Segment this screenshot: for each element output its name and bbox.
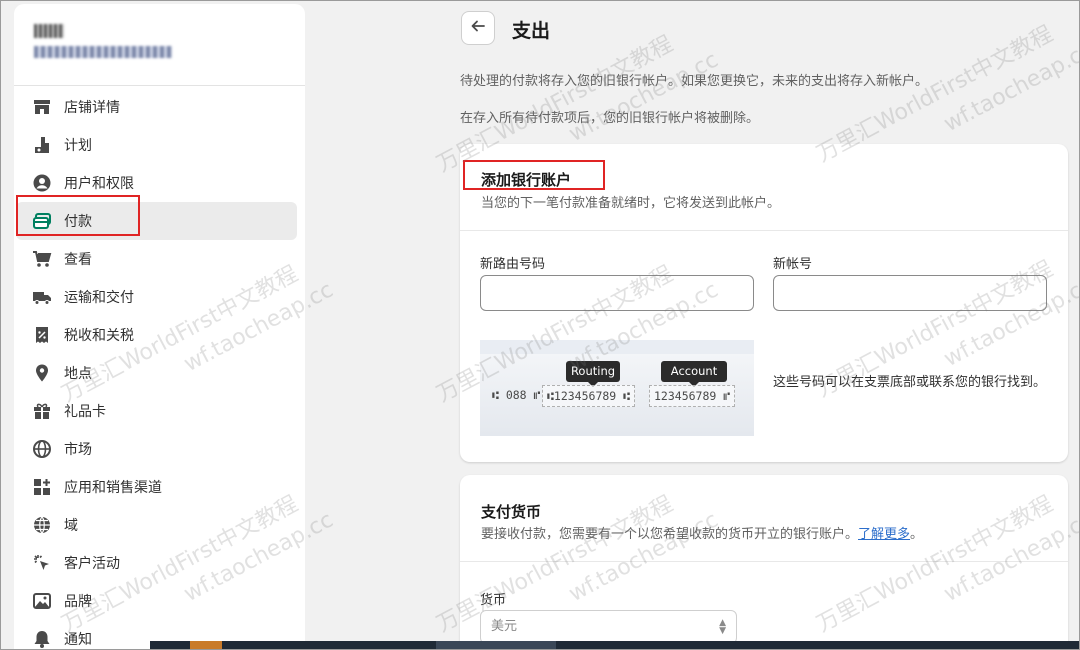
card-title: 添加银行账户 [481,171,572,189]
user-icon [32,173,52,193]
intro-text-1: 待处理的付款将存入您的旧银行帐户。如果您更换它，未来的支出将存入新帐户。 [460,74,929,89]
sidebar-item-label: 通知 [64,632,92,648]
card-title: 支付货币 [481,503,542,521]
truck-icon [32,287,52,307]
sidebar-item-markets[interactable]: 市场 [14,430,305,468]
store-url-blurred [34,46,172,58]
sidebar-item-label: 应用和销售渠道 [64,480,162,496]
taskbar-app-icon[interactable] [190,641,222,650]
sidebar-item-brand[interactable]: 品牌 [14,582,305,620]
check-micr-routing: ⑆123456789 ⑆ [542,385,636,407]
currency-subtitle-text: 要接收付款，您需要有一个以您希望收款的货币开立的银行账户。 [481,527,859,542]
check-micr-account: 123456789 ⑈ [649,385,736,407]
apps-icon [32,477,52,497]
sidebar-item-label: 店铺详情 [64,100,120,116]
intro-text-2: 在存入所有待付款项后，您的旧银行帐户将被删除。 [460,111,760,126]
card-subtitle: 要接收付款，您需要有一个以您希望收款的货币开立的银行账户。了解更多。 [481,523,923,542]
sidebar-item-shipping[interactable]: 运输和交付 [14,278,305,316]
sidebar-item-label: 礼品卡 [64,404,106,420]
store-header[interactable] [14,4,305,86]
check-help-text: 这些号码可以在支票底部或联系您的银行找到。 [773,375,1047,390]
sidebar-item-checkout[interactable]: 查看 [14,240,305,278]
routing-number-input[interactable] [480,275,754,311]
sidebar-item-label: 查看 [64,252,92,268]
domain-icon [32,515,52,535]
currency-subtitle-end: 。 [910,527,924,542]
settings-sidebar: 店铺详情 计划 用户和权限 付款 查看 运输和交付 税收和关税 地点 礼品卡 市… [14,4,305,650]
sidebar-item-label: 税收和关税 [64,328,134,344]
activity-icon [32,553,52,573]
settings-nav: 店铺详情 计划 用户和权限 付款 查看 运输和交付 税收和关税 地点 礼品卡 市… [14,88,305,650]
sidebar-item-label: 品牌 [64,594,92,610]
store-icon [32,97,52,117]
sidebar-item-payments[interactable]: 付款 [16,202,297,240]
learn-more-link[interactable]: 了解更多 [858,527,910,542]
page-title: 支出 [512,20,551,42]
bell-icon [32,629,52,649]
currency-select-value: 美元 [491,619,518,634]
currency-label: 货币 [480,593,507,608]
add-bank-account-card: 添加银行账户 当您的下一笔付款准备就绪时，它将发送到此帐户。 新路由号码 新帐号… [460,144,1068,462]
sidebar-item-locations[interactable]: 地点 [14,354,305,392]
routing-tag: Routing [566,361,620,387]
account-tag: Account [661,361,727,387]
sidebar-item-apps[interactable]: 应用和销售渠道 [14,468,305,506]
sidebar-item-label: 运输和交付 [64,290,134,306]
select-arrows-icon: ▲ ▼ [719,618,726,636]
sidebar-item-label: 地点 [64,366,92,382]
sidebar-item-store-details[interactable]: 店铺详情 [14,88,305,126]
account-number-input[interactable] [773,275,1047,311]
sidebar-item-label: 客户活动 [64,556,120,572]
card-divider [460,230,1068,231]
sidebar-item-plan[interactable]: 计划 [14,126,305,164]
check-perforated-edge [480,350,754,358]
card-divider [460,561,1068,562]
sidebar-item-label: 用户和权限 [64,176,134,192]
back-button[interactable] [461,11,495,45]
routing-number-label: 新路由号码 [480,257,546,272]
account-number-label: 新帐号 [773,257,813,272]
payouts-main: 支出 待处理的付款将存入您的旧银行帐户。如果您更换它，未来的支出将存入新帐户。 … [305,0,1080,650]
taskbar-app-button[interactable] [436,641,556,650]
location-icon [32,363,52,383]
gift-icon [32,401,52,421]
arrow-left-icon [470,18,486,38]
cart-icon [32,249,52,269]
brand-icon [32,591,52,611]
tax-icon [32,325,52,345]
check-illustration: Routing Account ⑆ 088 ⑈ ⑆123456789 ⑆ 123… [480,340,754,436]
sidebar-item-label: 计划 [64,138,92,154]
payment-icon [32,211,52,231]
payout-currency-card: 支付货币 要接收付款，您需要有一个以您希望收款的货币开立的银行账户。了解更多。 … [460,475,1068,650]
sidebar-item-label: 市场 [64,442,92,458]
sidebar-item-label: 付款 [64,214,92,230]
sidebar-item-customer-events[interactable]: 客户活动 [14,544,305,582]
card-subtitle: 当您的下一笔付款准备就绪时，它将发送到此帐户。 [481,196,781,211]
sidebar-item-label: 域 [64,518,78,534]
sidebar-item-gift-cards[interactable]: 礼品卡 [14,392,305,430]
store-name-blurred [34,24,64,38]
plan-icon [32,135,52,155]
sidebar-item-users[interactable]: 用户和权限 [14,164,305,202]
sidebar-item-taxes[interactable]: 税收和关税 [14,316,305,354]
sidebar-item-domains[interactable]: 域 [14,506,305,544]
currency-select[interactable]: 美元 ▲ ▼ [480,610,737,644]
check-micr-prefix: ⑆ 088 ⑈ [492,388,541,402]
globe-icon [32,439,52,459]
os-taskbar [150,641,1080,650]
